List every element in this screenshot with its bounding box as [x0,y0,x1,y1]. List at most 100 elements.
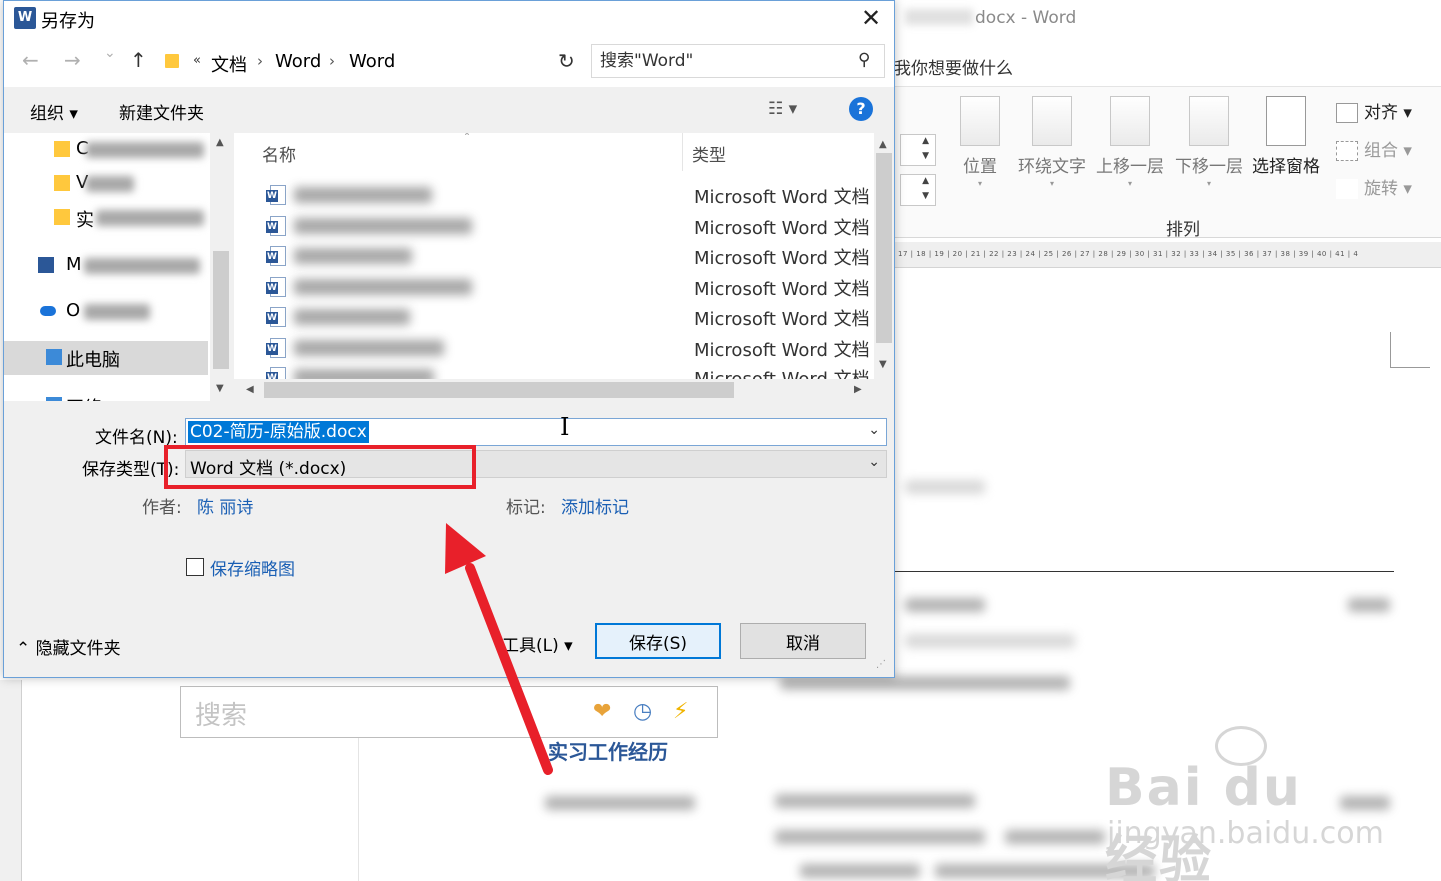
save-button[interactable]: 保存(S) [595,623,721,659]
save-thumbnail-label[interactable]: 保存缩略图 [210,555,295,580]
folder-icon [54,141,70,157]
word-doc-icon: W [266,307,286,327]
folder-icon [165,54,179,68]
overflow-crumbs-icon[interactable]: « [193,53,201,68]
breadcrumb-documents[interactable]: 文档 [211,51,247,77]
chevron-down-icon[interactable]: ⌄ [868,422,880,438]
file-row[interactable]: W Microsoft Word 文档 [234,271,874,301]
align-icon [1336,103,1358,123]
highlight-box [164,445,476,489]
organize-button[interactable]: 组织 ▾ [30,99,78,124]
nav-pane-scroll-thumb[interactable] [213,251,229,369]
scroll-left-icon[interactable]: ◀ [246,384,254,395]
nav-item-network[interactable]: 网络 [4,389,208,401]
nav-item-folder[interactable]: 实 [4,201,208,235]
up-arrow-icon[interactable]: ↑ [130,48,147,72]
nav-item-folder[interactable]: C [4,133,208,167]
position-button[interactable]: 位置 ▾ [960,96,1000,188]
file-type: Microsoft Word 文档 [694,218,870,239]
filename-input[interactable]: C02-简历-原始版.docx ⌄ [185,418,887,446]
nav-item-onedrive[interactable]: O [4,295,208,329]
rotate-button[interactable]: 旋转 ▾ [1336,174,1412,199]
blurred-text [905,634,1075,648]
rotate-icon [1336,179,1358,199]
selection-pane-button[interactable]: 选择窗格 [1252,96,1320,177]
help-icon[interactable]: ? [849,97,873,121]
width-spinner[interactable]: ▲ ▼ [900,174,936,206]
recent-locations-icon[interactable]: ⌄ [104,45,116,61]
dialog-titlebar: W 另存为 ✕ [4,1,894,35]
group-button[interactable]: 组合 ▾ [1336,136,1412,161]
resize-grip-icon[interactable]: ⋰ [876,659,886,670]
chevron-down-icon[interactable]: ⌄ [868,454,880,470]
tools-button[interactable]: 工具(L) ▾ [502,631,573,656]
nav-item-this-pc[interactable]: 此电脑 [4,341,208,375]
scroll-down-icon[interactable]: ▼ [216,383,224,394]
save-thumbnail-checkbox[interactable] [186,558,204,576]
blurred-text [775,794,975,808]
add-tags-link[interactable]: 添加标记 [561,493,629,518]
column-header-type[interactable]: 类型 [692,141,726,166]
word-title-blur [905,9,973,25]
file-row[interactable]: W Microsoft Word 文档 [234,179,874,209]
file-list-vscrollbar[interactable]: ▲ ▼ [874,133,894,379]
bring-forward-button[interactable]: 上移一层 ▾ [1096,96,1164,188]
column-header-name[interactable]: 名称 [262,141,296,166]
search-field[interactable]: ⚲ [591,44,885,78]
chevron-right-icon[interactable]: › [329,52,335,70]
author-value[interactable]: 陈 丽诗 [197,493,253,518]
scroll-up-icon[interactable]: ▲ [216,137,224,148]
section-title: 实习工作经历 [548,740,668,764]
tell-me-box[interactable]: 我你想要做什么 [894,54,1013,79]
breadcrumb-word[interactable]: Word [275,51,321,72]
close-icon[interactable]: ✕ [854,3,888,33]
scroll-right-icon[interactable]: ▶ [854,384,862,395]
word-doc-icon: W [266,246,286,266]
word-title: docx - Word [975,8,1077,28]
word-icon [38,257,54,273]
file-row[interactable]: W Microsoft Word 文档 [234,332,874,362]
file-list-vscroll-thumb[interactable] [876,153,892,343]
height-spinner[interactable]: ▲ ▼ [900,134,936,166]
address-bar[interactable]: « 文档 › Word › Word ⌄ [156,44,698,78]
nav-pane-scrollbar[interactable]: ▲ ▼ [210,133,232,401]
navigation-pane: C V 实 M O 此电脑 网络 [4,133,232,401]
breadcrumb-word-sub[interactable]: Word [349,51,395,72]
new-folder-button[interactable]: 新建文件夹 [119,99,204,124]
tags-label: 标记: [506,498,546,518]
column-divider[interactable] [682,133,683,171]
clock-icon[interactable]: ◷ [633,699,652,724]
filename-value[interactable]: C02-简历-原始版.docx [188,421,369,443]
file-name-blurred [294,340,444,356]
file-list-hscrollbar[interactable]: ◀ ▶ [234,379,894,401]
file-row[interactable]: W Microsoft Word 文档 [234,301,874,331]
scroll-down-icon[interactable]: ▼ [879,359,887,370]
blurred-text [545,796,695,810]
view-options-icon[interactable]: ☷ ▾ [768,99,797,119]
forward-arrow-icon[interactable]: → [64,48,81,72]
chevron-right-icon[interactable]: › [257,52,263,70]
file-list-hscroll-thumb[interactable] [264,382,734,398]
doc-search-box[interactable]: 搜索 ❤ ◷ ⚡ [180,686,718,738]
back-arrow-icon[interactable]: ← [22,48,39,72]
search-input[interactable] [592,45,852,77]
nav-item-folder[interactable]: V [4,167,208,201]
file-row[interactable]: W Microsoft Word 文档 [234,240,874,270]
cancel-button[interactable]: 取消 [740,623,866,659]
align-button[interactable]: 对齐 ▾ [1336,98,1412,123]
word-doc-icon: W [266,216,286,236]
wrap-text-button[interactable]: 环绕文字 ▾ [1018,96,1086,188]
file-name-blurred [294,218,472,234]
nav-item-microsoft-word[interactable]: M [4,249,208,283]
refresh-icon[interactable]: ↻ [558,49,575,73]
search-icon[interactable]: ⚲ [858,50,870,70]
send-backward-button[interactable]: 下移一层 ▾ [1175,96,1243,188]
blurred-text [905,480,985,494]
hide-folders-toggle[interactable]: ⌃ 隐藏文件夹 [16,634,121,659]
file-row[interactable]: W Microsoft Word 文档 [234,210,874,240]
lightning-icon[interactable]: ⚡ [673,699,688,724]
scroll-up-icon[interactable]: ▲ [879,139,887,150]
computer-icon [46,349,62,365]
file-type: Microsoft Word 文档 [694,187,870,208]
folder-heart-icon[interactable]: ❤ [593,699,611,724]
